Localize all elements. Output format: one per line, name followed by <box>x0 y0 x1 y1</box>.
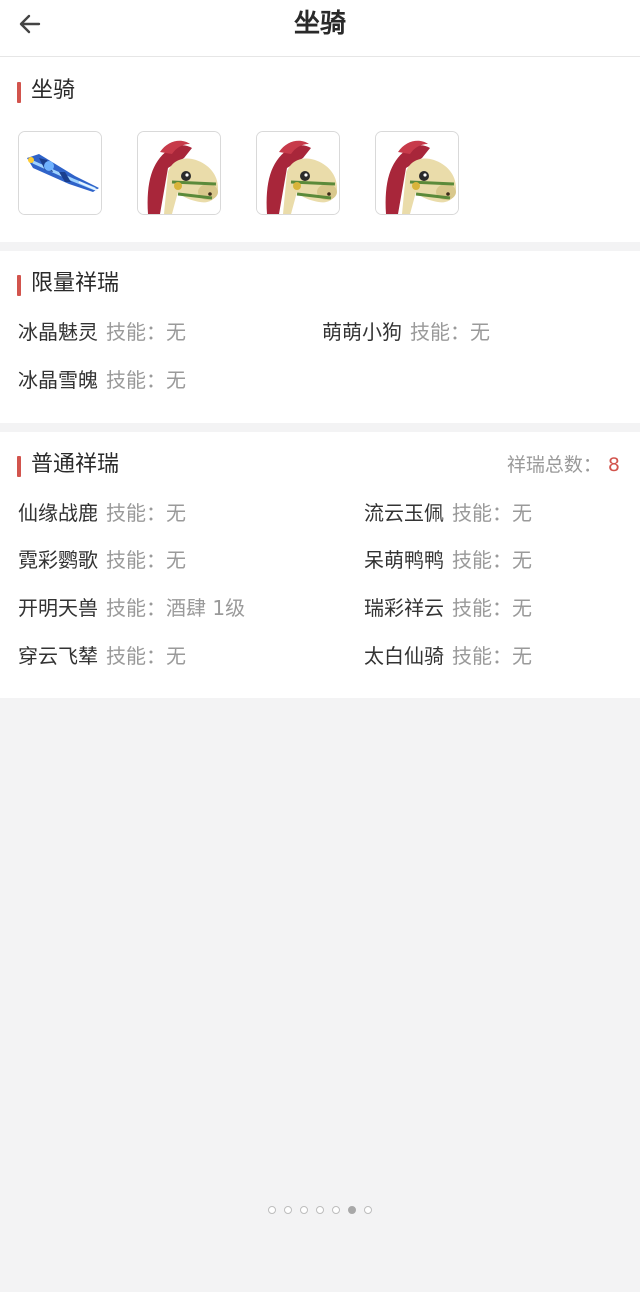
list-item: 开明天兽 技能：酒肆 1级 <box>18 594 245 622</box>
item-name: 萌萌小狗 <box>322 320 402 344</box>
total-label: 祥瑞总数： <box>506 454 602 476</box>
page-dot[interactable] <box>284 1206 292 1214</box>
item-skill: 技能：无 <box>106 644 186 668</box>
list-item: 瑞彩祥云 技能：无 <box>364 594 532 622</box>
total-value: 8 <box>607 454 620 476</box>
page-dot[interactable] <box>364 1206 372 1214</box>
normal-section-title: 普通祥瑞 <box>17 451 119 479</box>
item-skill: 技能：无 <box>452 644 532 668</box>
item-skill: 技能：无 <box>452 596 532 620</box>
mounts-title-text: 坐骑 <box>31 78 76 103</box>
page-indicator[interactable] <box>0 1206 640 1214</box>
page-dot[interactable] <box>332 1206 340 1214</box>
page-title: 坐骑 <box>293 9 346 39</box>
limited-section-title: 限量祥瑞 <box>17 270 119 298</box>
list-item: 呆萌鸭鸭 技能：无 <box>364 546 532 574</box>
item-skill: 技能：无 <box>106 548 186 572</box>
item-name: 冰晶魅灵 <box>18 320 98 344</box>
list-item: 冰晶雪魄 技能：无 <box>18 366 186 394</box>
section-accent-bar <box>17 82 21 103</box>
page-dot[interactable] <box>268 1206 276 1214</box>
mount-icon-2[interactable] <box>137 131 221 215</box>
mount-icon-1[interactable] <box>18 131 102 215</box>
mount-icon-4[interactable] <box>375 131 459 215</box>
list-item: 仙缘战鹿 技能：无 <box>18 499 186 527</box>
item-name: 瑞彩祥云 <box>364 596 444 620</box>
page-dot[interactable] <box>316 1206 324 1214</box>
mounts-section-title: 坐骑 <box>17 77 75 105</box>
normal-title-text: 普通祥瑞 <box>31 452 120 477</box>
total-count: 祥瑞总数： 8 <box>507 451 620 479</box>
limited-title-text: 限量祥瑞 <box>31 271 120 296</box>
list-item: 穿云飞辇 技能：无 <box>18 642 186 670</box>
list-item: 霓彩鹦歌 技能：无 <box>18 546 186 574</box>
item-name: 呆萌鸭鸭 <box>364 548 444 572</box>
item-name: 穿云飞辇 <box>18 644 98 668</box>
item-skill: 技能：无 <box>452 501 532 525</box>
section-accent-bar <box>17 275 21 296</box>
item-skill: 技能：无 <box>106 320 186 344</box>
item-skill: 技能：无 <box>410 320 490 344</box>
blue-sword-mount-icon <box>19 132 101 214</box>
list-item: 流云玉佩 技能：无 <box>364 499 532 527</box>
top-nav-bar: 坐骑 <box>0 0 640 57</box>
horse-mount-icon <box>257 132 339 214</box>
mount-icon-3[interactable] <box>256 131 340 215</box>
item-name: 太白仙骑 <box>364 644 444 668</box>
item-name: 流云玉佩 <box>364 501 444 525</box>
item-skill: 技能：无 <box>106 501 186 525</box>
item-name: 开明天兽 <box>18 596 98 620</box>
item-name: 仙缘战鹿 <box>18 501 98 525</box>
page-dot[interactable] <box>348 1206 356 1214</box>
list-item: 冰晶魅灵 技能：无 <box>18 318 186 346</box>
list-item: 太白仙骑 技能：无 <box>364 642 532 670</box>
item-skill: 技能：无 <box>452 548 532 572</box>
horse-mount-icon <box>138 132 220 214</box>
item-skill: 技能：无 <box>106 368 186 392</box>
horse-mount-icon <box>376 132 458 214</box>
page-dot[interactable] <box>300 1206 308 1214</box>
section-accent-bar <box>17 456 21 477</box>
list-item: 萌萌小狗 技能：无 <box>322 318 490 346</box>
item-skill: 技能：酒肆 1级 <box>106 596 246 620</box>
item-name: 霓彩鹦歌 <box>18 548 98 572</box>
item-name: 冰晶雪魄 <box>18 368 98 392</box>
